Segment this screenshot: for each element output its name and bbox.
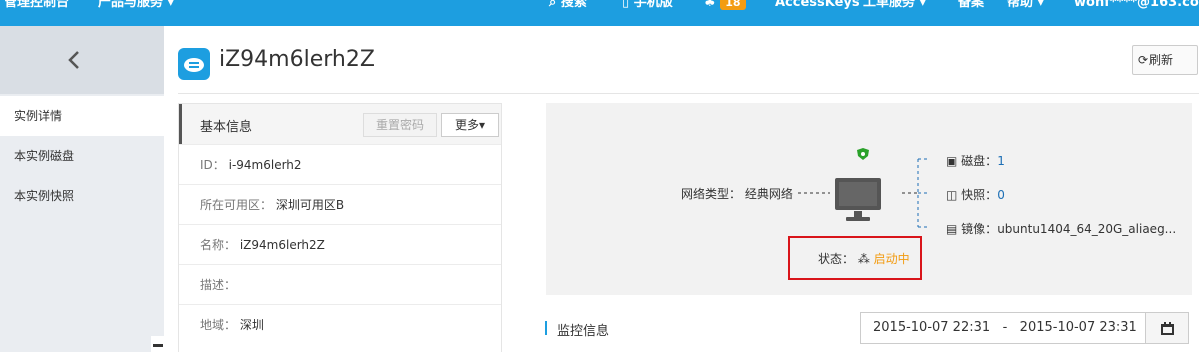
shield-icon bbox=[857, 148, 869, 160]
sidebar-item-instance-details[interactable]: 实例详情 bbox=[0, 96, 164, 136]
refresh-button[interactable]: ⟳ 刷新 bbox=[1132, 45, 1198, 75]
products-label: 产品与服务 bbox=[98, 0, 164, 10]
help-label: 帮助 bbox=[1007, 0, 1034, 10]
status-value: 启动中 bbox=[873, 252, 910, 266]
page-title: iZ94m6lerh2Z bbox=[219, 47, 375, 72]
beian-link[interactable]: 备案 bbox=[958, 0, 984, 13]
info-value: iZ94m6lerh2Z bbox=[239, 238, 325, 252]
status-label: 状态： bbox=[818, 252, 855, 266]
image-value: ubuntu1404_64_20G_aliaeg... bbox=[997, 222, 1177, 236]
refresh-icon: ⟳ bbox=[1138, 53, 1149, 67]
monitor-title: 监控信息 bbox=[557, 324, 610, 339]
image-info: ▤ 镜像：ubuntu1404_64_20G_aliaeg... bbox=[946, 220, 1176, 237]
info-row-id: ID： i-94m6lerh2 bbox=[179, 144, 501, 184]
date-end: 2015-10-07 23:31 bbox=[1019, 320, 1137, 335]
search-icon: ⌕ bbox=[549, 0, 557, 10]
info-row-zone: 所在可用区： 深圳可用区B bbox=[179, 184, 501, 224]
info-row-description: 描述： bbox=[179, 264, 501, 304]
spinner-icon: ⁂ bbox=[857, 252, 870, 266]
products-menu[interactable]: 产品与服务 ▾ bbox=[98, 0, 174, 13]
info-value: 深圳 bbox=[239, 318, 264, 332]
image-icon: ▤ bbox=[946, 222, 958, 236]
date-separator: - bbox=[1002, 320, 1008, 335]
disk-label: 磁盘： bbox=[961, 154, 998, 168]
basic-info-header: 基本信息 重置密码 更多▾ bbox=[179, 104, 501, 144]
top-navigation-bar: 管理控制台 产品与服务 ▾ ⌕ 搜索 ▯ 手机版 ♣ 18 AccessKeys… bbox=[0, 0, 1199, 26]
basic-info-title: 基本信息 bbox=[200, 120, 253, 135]
more-label: 更多 bbox=[454, 118, 479, 132]
info-row-region: 地域： 深圳 bbox=[179, 304, 501, 344]
calendar-button[interactable] bbox=[1145, 312, 1189, 344]
mobile-label: 手机版 bbox=[633, 0, 673, 10]
sidebar-item-instance-disks[interactable]: 本实例磁盘 bbox=[0, 136, 164, 176]
divider bbox=[178, 93, 1199, 94]
info-label: 所在可用区： bbox=[200, 198, 273, 212]
network-type: 网络类型： 经典网络 bbox=[681, 185, 793, 202]
info-label: ID： bbox=[200, 158, 225, 172]
refresh-label: 刷新 bbox=[1149, 53, 1174, 67]
instance-diagram: 网络类型： 经典网络 ▣ 磁盘：1 ◫ 快照：0 ▤ 镜像：ubuntu1404… bbox=[546, 103, 1192, 295]
date-range-input[interactable]: 2015-10-07 22:31 - 2015-10-07 23:31 bbox=[860, 312, 1145, 344]
info-row-name: 名称： iZ94m6lerh2Z bbox=[179, 224, 501, 264]
help-menu[interactable]: 帮助 ▾ bbox=[1007, 0, 1044, 13]
status: 状态： ⁂ 启动中 bbox=[818, 250, 910, 267]
sidebar-item-instance-snapshots[interactable]: 本实例快照 bbox=[0, 176, 164, 216]
status-highlight: 状态： ⁂ 启动中 bbox=[788, 236, 922, 280]
search-link[interactable]: ⌕ 搜索 bbox=[549, 0, 587, 13]
disk-link[interactable]: ▣ 磁盘：1 bbox=[946, 152, 1005, 169]
snapshot-icon: ◫ bbox=[946, 188, 958, 202]
info-label: 地域： bbox=[200, 318, 237, 332]
snapshot-link[interactable]: ◫ 快照：0 bbox=[946, 186, 1005, 203]
sidebar: 实例详情 本实例磁盘 本实例快照 bbox=[0, 26, 164, 352]
date-start: 2015-10-07 22:31 bbox=[873, 320, 991, 335]
image-label: 镜像： bbox=[961, 222, 998, 236]
monitor-icon bbox=[835, 178, 881, 221]
snapshot-count: 0 bbox=[997, 188, 1005, 202]
mobile-link[interactable]: ▯ 手机版 bbox=[622, 0, 673, 13]
network-type-value: 经典网络 bbox=[744, 187, 793, 201]
disk-icon: ▣ bbox=[946, 154, 958, 168]
calendar-icon bbox=[1161, 322, 1174, 335]
disk-count: 1 bbox=[997, 154, 1005, 168]
console-link[interactable]: 管理控制台 bbox=[4, 0, 69, 13]
accesskeys-link[interactable]: AccessKeys bbox=[775, 0, 860, 13]
notifications-button[interactable]: ♣ 18 bbox=[704, 0, 746, 13]
info-label: 描述： bbox=[200, 278, 237, 292]
info-value: 深圳可用区B bbox=[275, 198, 345, 212]
reset-password-button[interactable]: 重置密码 bbox=[363, 113, 437, 137]
user-menu[interactable]: wonf****@163.co bbox=[1074, 0, 1199, 13]
info-value: i-94m6lerh2 bbox=[228, 158, 302, 172]
tickets-menu[interactable]: 工单服务 ▾ bbox=[863, 0, 926, 13]
notification-badge: 18 bbox=[720, 0, 746, 10]
chevron-left-icon bbox=[68, 51, 79, 69]
snapshot-label: 快照： bbox=[961, 188, 998, 202]
monitor-accent bbox=[545, 321, 547, 335]
network-type-label: 网络类型： bbox=[681, 187, 742, 201]
back-button[interactable] bbox=[0, 26, 164, 94]
search-label: 搜索 bbox=[560, 0, 587, 10]
bell-icon: ♣ bbox=[704, 0, 716, 10]
cloud-server-icon bbox=[178, 48, 210, 80]
info-label: 名称： bbox=[200, 238, 237, 252]
tickets-label: 工单服务 bbox=[863, 0, 916, 10]
mobile-icon: ▯ bbox=[622, 0, 630, 10]
collapse-handle[interactable] bbox=[151, 336, 164, 352]
basic-info-panel: 基本信息 重置密码 更多▾ ID： i-94m6lerh2 所在可用区： 深圳可… bbox=[178, 103, 502, 352]
more-button[interactable]: 更多▾ bbox=[441, 113, 499, 137]
